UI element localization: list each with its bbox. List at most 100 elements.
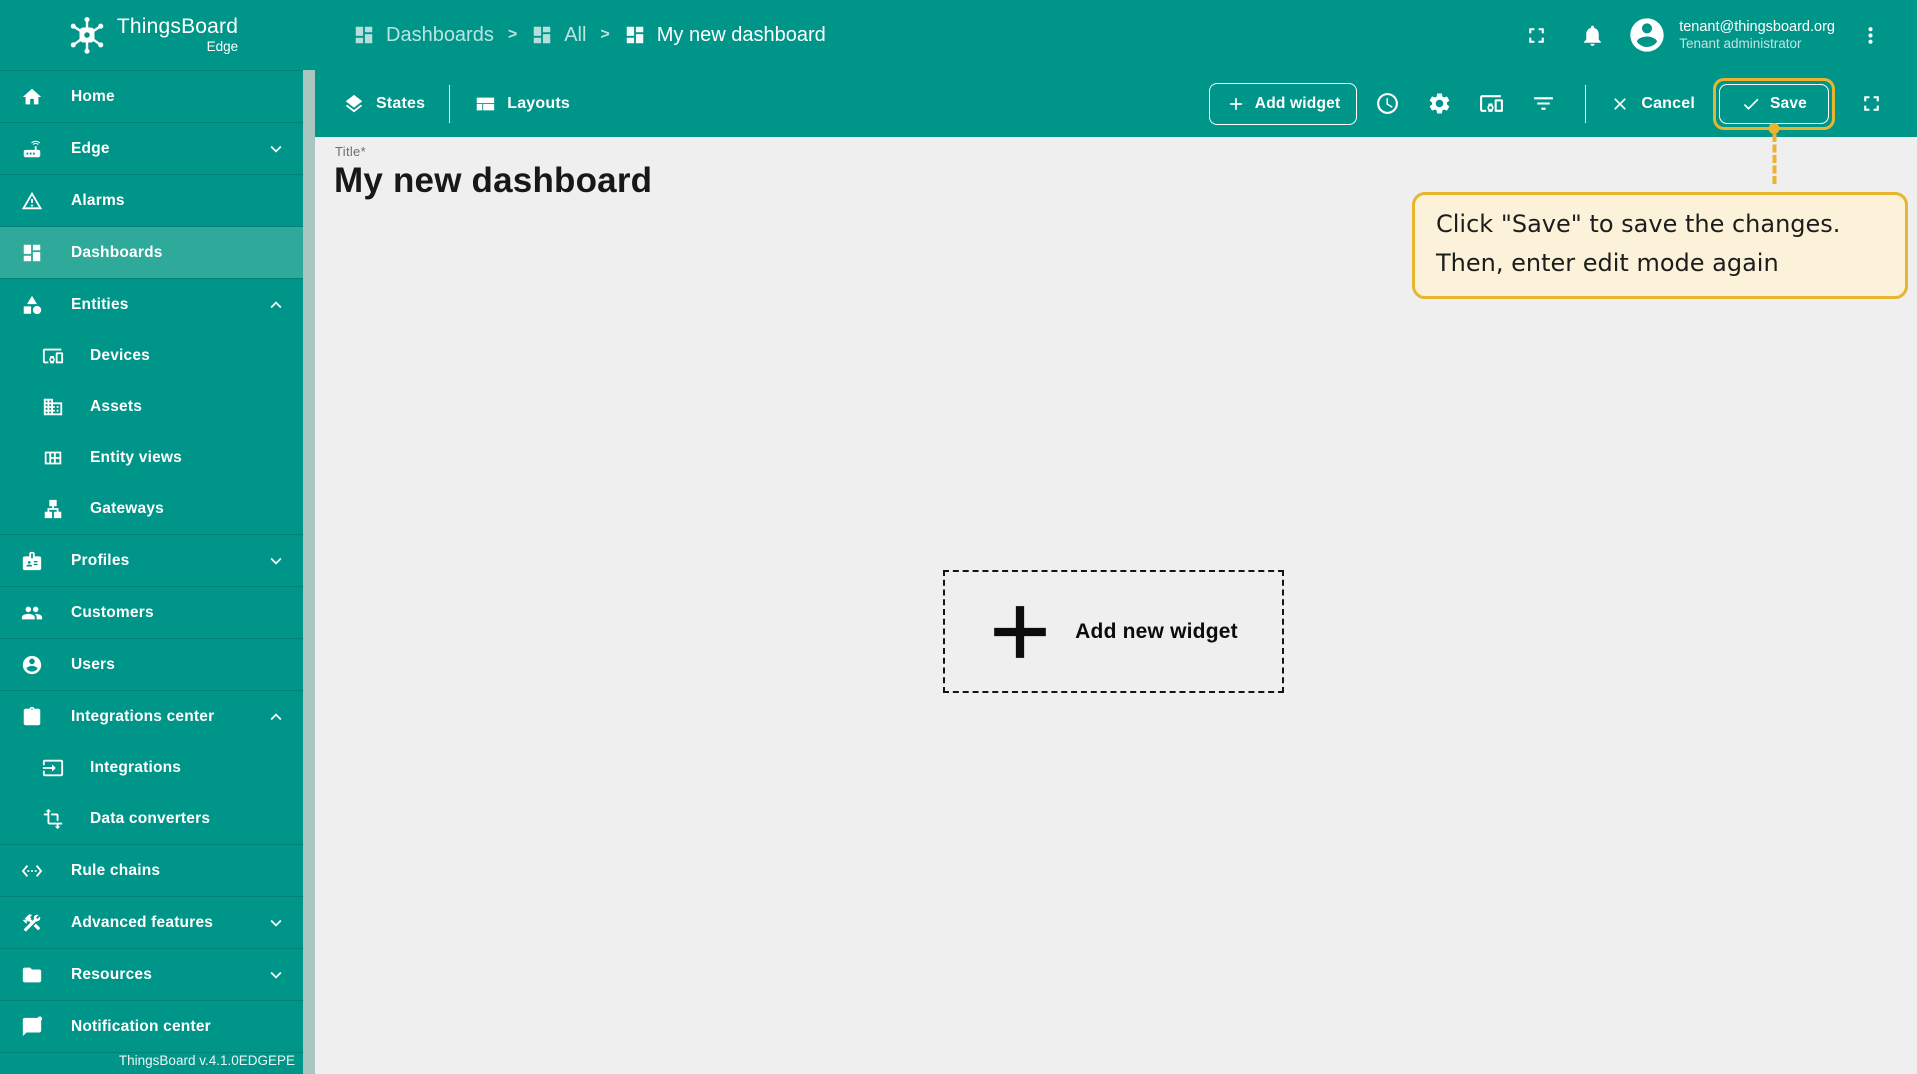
sidebar-item-label: Edge: [71, 139, 110, 157]
sidebar-item-label: Customers: [71, 603, 154, 621]
sidebar-item-resources[interactable]: Resources: [0, 949, 303, 1000]
integration-icon: [21, 706, 43, 728]
sidebar-item-integrations-center[interactable]: Integrations center: [0, 691, 303, 742]
add-new-widget-button[interactable]: Add new widget: [943, 570, 1284, 693]
sidebar-item-label: Resources: [71, 965, 153, 983]
cancel-button[interactable]: Cancel: [1606, 94, 1699, 114]
chevron-down-icon: [265, 964, 287, 986]
entity-aliases-button[interactable]: [1469, 82, 1513, 126]
sidebar-section-users: Users: [0, 639, 303, 691]
filters-button[interactable]: [1521, 82, 1565, 126]
sidebar: Home Edge Alarms Dashboards Entities Devices A…: [0, 70, 303, 1074]
dashboard-icon: [531, 24, 553, 46]
sidebar-item-rule-chains[interactable]: Rule chains: [0, 845, 303, 896]
sidebar-item-label: Home: [71, 87, 115, 105]
sidebar-scrollbar[interactable]: [303, 70, 315, 1074]
breadcrumb-label: Dashboards: [386, 23, 494, 46]
breadcrumb: Dashboards > All > My new dashboard: [353, 24, 826, 47]
sidebar-item-data-converters[interactable]: Data converters: [0, 793, 303, 844]
warning-icon: [21, 190, 43, 212]
sidebar-item-entity-views[interactable]: Entity views: [0, 432, 303, 483]
entity-aliases-icon: [1479, 91, 1504, 116]
fullscreen-button[interactable]: [1515, 14, 1557, 56]
sidebar-menu: Home Edge Alarms Dashboards Entities Devices A…: [0, 71, 303, 1053]
tooltip-connector: [1768, 122, 1780, 184]
sidebar-item-label: Advanced features: [71, 913, 214, 931]
avatar[interactable]: [1627, 15, 1667, 55]
sidebar-item-profiles[interactable]: Profiles: [0, 535, 303, 586]
sidebar-item-label: Integrations center: [71, 707, 215, 725]
sidebar-section-customers: Customers: [0, 587, 303, 639]
time-window-button[interactable]: [1365, 82, 1409, 126]
sidebar-item-edge[interactable]: Edge: [0, 123, 303, 174]
lan-icon: [42, 498, 64, 520]
notification-icon: [21, 1015, 43, 1038]
breadcrumb-dashboards[interactable]: Dashboards: [353, 24, 494, 47]
sidebar-item-notification-center[interactable]: Notification center: [0, 1001, 303, 1052]
sidebar-section-alarms: Alarms: [0, 175, 303, 227]
save-button[interactable]: Save: [1719, 83, 1829, 124]
sidebar-item-label: Notification center: [71, 1017, 211, 1035]
sidebar-item-label: Devices: [90, 346, 151, 364]
sidebar-section-notification-center: Notification center: [0, 1001, 303, 1053]
category-icon: [21, 294, 43, 316]
user-menu[interactable]: tenant@thingsboard.org Tenant administra…: [1679, 18, 1835, 53]
sidebar-section-profiles: Profiles: [0, 535, 303, 587]
save-button-highlight: Save: [1713, 77, 1835, 184]
states-button[interactable]: States: [339, 93, 429, 115]
more-menu-button[interactable]: [1849, 14, 1891, 56]
user-email: tenant@thingsboard.org: [1679, 18, 1835, 35]
add-widget-button[interactable]: Add widget: [1208, 82, 1358, 125]
chevron-up-icon: [265, 294, 287, 316]
sidebar-item-label: Entities: [71, 295, 129, 313]
time-window-icon: [1375, 91, 1400, 116]
save-label: Save: [1770, 94, 1807, 112]
layouts-button[interactable]: Layouts: [470, 93, 574, 115]
folder-icon: [21, 964, 43, 986]
sidebar-item-label: Gateways: [90, 499, 164, 517]
devices-icon: [42, 345, 64, 367]
sidebar-item-label: Profiles: [71, 551, 130, 569]
sidebar-item-label: Rule chains: [71, 861, 161, 879]
sidebar-item-devices[interactable]: Devices: [0, 330, 303, 381]
sidebar-item-assets[interactable]: Assets: [0, 381, 303, 432]
sidebar-section-entities: Entities Devices Assets Entity views Gateway…: [0, 279, 303, 535]
sidebar-item-users[interactable]: Users: [0, 639, 303, 690]
dashboard-settings-button[interactable]: [1417, 82, 1461, 126]
dashboard-icon: [624, 24, 646, 46]
version-label: ThingsBoard v.4.1.0EDGEPE: [118, 1053, 295, 1068]
tooltip-line-1: Click "Save" to save the changes.: [1436, 210, 1841, 238]
sidebar-item-entities[interactable]: Entities: [0, 279, 303, 330]
layouts-icon: [474, 93, 496, 115]
check-icon: [1741, 94, 1761, 114]
tooltip-line-2: Then, enter edit mode again: [1436, 249, 1779, 277]
logo[interactable]: ThingsBoard Edge: [0, 13, 303, 57]
sidebar-section-rule-chains: Rule chains: [0, 845, 303, 897]
thingsboard-app: ThingsBoard Edge Dashboards > All > My new d…: [0, 0, 1917, 1074]
tutorial-tooltip: Click "Save" to save the changes. Then, …: [1412, 192, 1908, 299]
sidebar-section-integrations-center: Integrations center Integrations Data conv…: [0, 691, 303, 845]
chevron-down-icon: [265, 912, 287, 934]
home-icon: [21, 86, 43, 108]
toolbar-fullscreen-button[interactable]: [1849, 82, 1893, 126]
sidebar-item-label: Users: [71, 655, 116, 673]
more-vert-icon: [1858, 23, 1883, 48]
toolbar-divider: [1585, 84, 1587, 123]
notifications-button[interactable]: [1571, 14, 1613, 56]
sidebar-item-dashboards[interactable]: Dashboards: [0, 227, 303, 278]
sidebar-item-label: Dashboards: [71, 243, 163, 261]
sidebar-item-customers[interactable]: Customers: [0, 587, 303, 638]
badge-icon: [21, 550, 43, 572]
sidebar-item-alarms[interactable]: Alarms: [0, 175, 303, 226]
breadcrumb-label: My new dashboard: [656, 23, 826, 46]
sidebar-item-home[interactable]: Home: [0, 71, 303, 122]
sidebar-item-integrations[interactable]: Integrations: [0, 742, 303, 793]
transform-icon: [42, 808, 64, 830]
sidebar-item-gateways[interactable]: Gateways: [0, 483, 303, 534]
fullscreen-icon: [1524, 23, 1549, 48]
breadcrumb-all[interactable]: All: [531, 24, 586, 47]
sidebar-item-label: Alarms: [71, 191, 125, 209]
sidebar-item-advanced-features[interactable]: Advanced features: [0, 897, 303, 948]
top-header: ThingsBoard Edge Dashboards > All > My new d…: [0, 0, 1917, 70]
user-role: Tenant administrator: [1679, 35, 1802, 51]
